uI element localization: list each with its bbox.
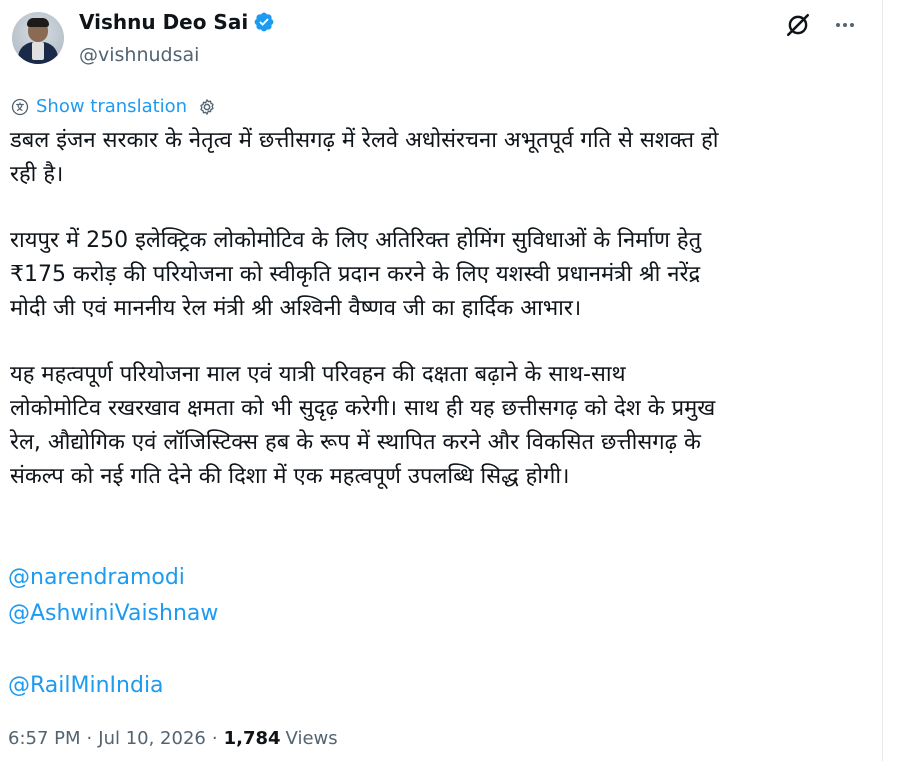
meta-separator: · xyxy=(86,728,93,749)
post-text-line: यह महत्वपूर्ण परियोजना माल एवं यात्री पर… xyxy=(10,362,626,387)
author-handle[interactable]: @vishnudsai xyxy=(79,44,199,66)
post-text-line: रही है। xyxy=(10,162,64,187)
post-date[interactable]: Jul 10, 2026 xyxy=(98,728,206,749)
avatar[interactable] xyxy=(12,12,64,64)
avatar-hair xyxy=(27,18,49,27)
post-meta: 6:57 PM · Jul 10, 2026 · 1,784 Views xyxy=(8,728,338,749)
mention-gap xyxy=(8,632,218,668)
show-translation-link[interactable]: Show translation xyxy=(36,96,187,117)
post-text-line: रेल, औद्योगिक एवं लॉजिस्टिक्स हब के रूप … xyxy=(10,430,701,455)
avatar-scarf xyxy=(32,42,44,60)
translate-icon xyxy=(11,98,29,115)
mention-link[interactable]: @AshwiniVaishnaw xyxy=(8,596,218,632)
post-time[interactable]: 6:57 PM xyxy=(8,728,81,749)
post-text-line: ₹175 करोड़ की परियोजना को स्वीकृति प्रदा… xyxy=(10,262,701,287)
author-display-name[interactable]: Vishnu Deo Sai xyxy=(79,10,248,34)
views-count: 1,784 xyxy=(223,728,281,749)
grok-icon[interactable] xyxy=(785,12,811,38)
post-text-line: संकल्प को नई गति देने की दिशा में एक महत… xyxy=(10,464,570,489)
post-text-line: लोकोमोटिव रखरखाव क्षमता को भी सुदृढ़ करे… xyxy=(10,396,716,421)
mention-link[interactable]: @RailMinIndia xyxy=(8,668,218,704)
column-divider xyxy=(882,0,883,761)
post-text: डबल इंजन सरकार के नेतृत्व में छत्तीसगढ़ … xyxy=(10,124,870,494)
header-actions xyxy=(785,12,857,38)
post-text-line: मोदी जी एवं माननीय रेल मंत्री श्री अश्वि… xyxy=(10,296,582,321)
mention-link[interactable]: @narendramodi xyxy=(8,560,218,596)
post-detail: Vishnu Deo Sai @vishnudsai Show translat… xyxy=(0,0,897,761)
post-text-line: डबल इंजन सरकार के नेतृत्व में छत्तीसगढ़ … xyxy=(10,128,719,153)
post-text-line: रायपुर में 250 इलेक्ट्रिक लोकोमोटिव के ल… xyxy=(10,228,702,253)
verified-badge-icon[interactable] xyxy=(253,11,275,33)
mentions: @narendramodi @AshwiniVaishnaw @RailMinI… xyxy=(8,560,218,704)
author-name-row[interactable]: Vishnu Deo Sai xyxy=(79,10,275,34)
translation-row: Show translation xyxy=(10,96,217,117)
settings-icon[interactable] xyxy=(197,97,217,117)
more-icon[interactable] xyxy=(833,13,857,37)
meta-separator: · xyxy=(211,728,218,749)
views-label: Views xyxy=(285,728,338,749)
